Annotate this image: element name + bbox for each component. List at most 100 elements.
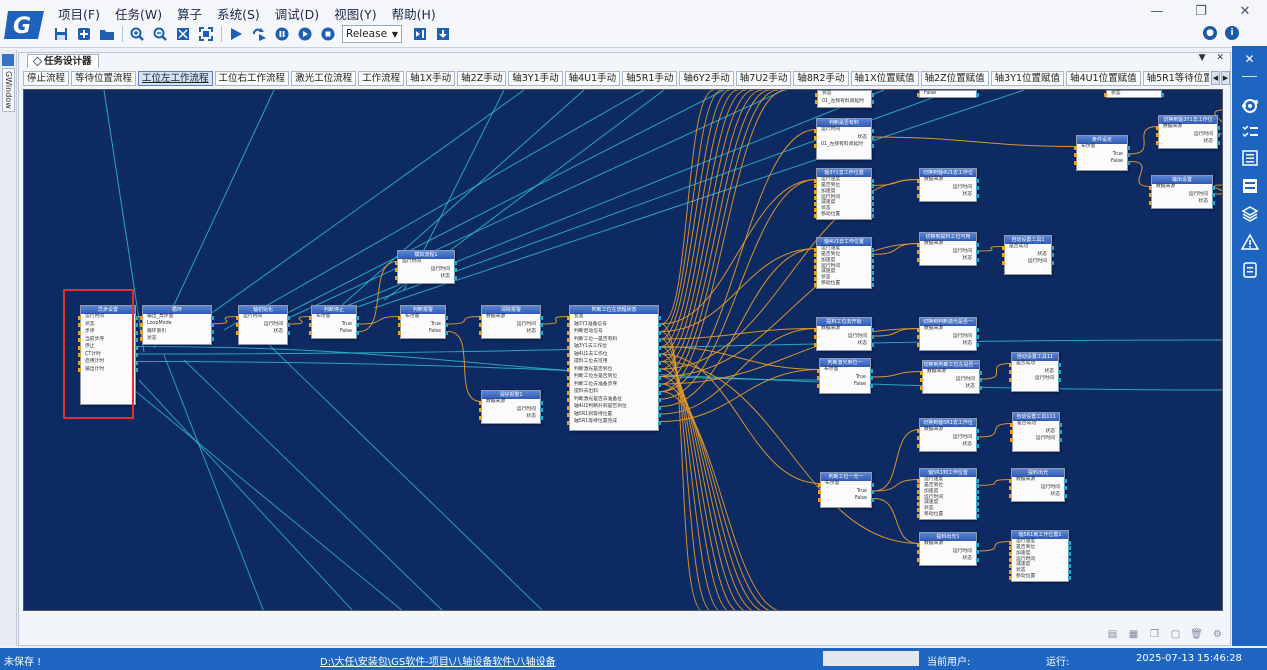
flow-node[interactable]: 切换到提料工位可用 数据来源 运行时间 状态 xyxy=(917,232,979,266)
input-port[interactable] xyxy=(309,330,312,335)
output-port[interactable] xyxy=(1064,486,1067,490)
flow-tab[interactable]: 轴5R1等待位置 xyxy=(1142,71,1209,86)
output-port[interactable] xyxy=(1058,370,1061,374)
output-port[interactable] xyxy=(454,260,457,265)
output-port[interactable] xyxy=(135,330,138,335)
flow-node[interactable]: 切换到判断激光是否一 数据来源 运行时间 状态 xyxy=(917,317,979,351)
output-port[interactable] xyxy=(135,368,138,372)
input-port[interactable] xyxy=(479,415,482,420)
flow-node[interactable]: 判断停止 布尔量 True False xyxy=(309,305,359,339)
output-port[interactable] xyxy=(1051,245,1054,250)
output-port[interactable] xyxy=(445,330,448,335)
output-port[interactable] xyxy=(1212,200,1215,205)
output-port[interactable] xyxy=(871,253,874,258)
input-port[interactable] xyxy=(1009,546,1012,551)
flow-tab[interactable]: 轴3Y1位置赋值 xyxy=(990,71,1065,86)
flow-node[interactable]: 条件设定 布尔量 True False xyxy=(1074,135,1130,171)
input-port[interactable] xyxy=(917,92,920,97)
output-port[interactable] xyxy=(976,193,979,198)
deploy-icon[interactable] xyxy=(411,25,429,43)
flow-node[interactable]: 轴5R1到工作位置 运行速度 是否到位 加速度 运行时间 减速度 状态 移动位置 xyxy=(917,468,979,520)
table-icon[interactable] xyxy=(1240,176,1259,195)
output-port[interactable] xyxy=(1068,558,1071,563)
output-port[interactable] xyxy=(135,353,138,357)
output-port[interactable] xyxy=(658,330,661,335)
input-port[interactable] xyxy=(814,335,817,339)
input-port[interactable] xyxy=(1104,92,1107,97)
output-port[interactable] xyxy=(1051,253,1054,257)
output-port[interactable] xyxy=(871,265,874,270)
output-port[interactable] xyxy=(1068,575,1071,580)
output-port[interactable] xyxy=(445,323,448,327)
output-port[interactable] xyxy=(211,337,214,342)
group-icon[interactable]: ▦ xyxy=(1127,628,1140,641)
paste-icon[interactable]: ▢ xyxy=(1169,628,1182,641)
output-port[interactable] xyxy=(976,242,979,247)
input-port[interactable] xyxy=(1002,245,1005,250)
input-port[interactable] xyxy=(917,484,920,489)
new-file-icon[interactable] xyxy=(75,25,93,43)
input-port[interactable] xyxy=(140,337,143,342)
output-port[interactable] xyxy=(1212,185,1215,190)
output-port[interactable] xyxy=(1059,430,1062,434)
output-port[interactable] xyxy=(1068,569,1071,574)
gwindow-tab[interactable]: GWindow xyxy=(2,68,15,112)
input-port[interactable] xyxy=(1002,253,1005,257)
flow-tab[interactable]: 轴2Z位置赋值 xyxy=(920,71,989,86)
dock-pin-icon[interactable] xyxy=(2,54,14,66)
run-icon[interactable] xyxy=(227,25,245,43)
input-port[interactable] xyxy=(917,557,920,562)
output-port[interactable] xyxy=(356,330,359,335)
flow-tab[interactable]: 轴4U1手动 xyxy=(564,71,621,86)
menu-help[interactable]: 帮助(H) xyxy=(392,4,436,22)
output-port[interactable] xyxy=(976,436,979,440)
input-port[interactable] xyxy=(567,345,570,350)
output-port[interactable] xyxy=(658,420,661,425)
fit-view-icon[interactable] xyxy=(174,25,192,43)
output-port[interactable] xyxy=(871,136,874,140)
output-port[interactable] xyxy=(658,345,661,350)
save-icon[interactable] xyxy=(52,25,70,43)
flow-node[interactable]: 判断激光到位一 布尔量 True False xyxy=(817,358,873,394)
flow-tab[interactable]: 工位右工作流程 xyxy=(214,71,290,86)
output-port[interactable] xyxy=(1058,362,1061,367)
output-port[interactable] xyxy=(1051,260,1054,265)
input-port[interactable] xyxy=(1009,362,1012,367)
checklist-icon[interactable] xyxy=(1240,122,1259,141)
output-port[interactable] xyxy=(135,338,138,342)
flow-node[interactable]: 状态 01_左侧有料真延时 xyxy=(815,90,874,108)
input-port[interactable] xyxy=(567,330,570,335)
log-icon[interactable] xyxy=(1240,260,1259,279)
flow-node[interactable]: 轴3Y1去工作位置 运行速度 是否到位 加速度 运行时间 减速度 状态 移动位置 xyxy=(814,168,874,220)
output-port[interactable] xyxy=(976,513,979,518)
input-port[interactable] xyxy=(818,490,821,494)
flow-node[interactable]: 状态 xyxy=(1104,90,1164,98)
input-port[interactable] xyxy=(814,201,817,206)
flow-tab[interactable]: 停止流程 xyxy=(23,71,70,86)
input-port[interactable] xyxy=(1002,260,1005,265)
output-port[interactable] xyxy=(976,557,979,562)
flow-tab[interactable]: 轴4U1位置赋值 xyxy=(1066,71,1141,86)
output-port[interactable] xyxy=(1068,540,1071,545)
output-port[interactable] xyxy=(871,327,874,332)
output-port[interactable] xyxy=(1064,478,1067,483)
input-port[interactable] xyxy=(1149,200,1152,205)
output-port[interactable] xyxy=(976,484,979,489)
input-port[interactable] xyxy=(398,330,401,335)
output-port[interactable] xyxy=(658,375,661,380)
output-port[interactable] xyxy=(976,542,979,547)
input-port[interactable] xyxy=(567,323,570,327)
flow-tab[interactable]: 轴5R1手动 xyxy=(622,71,678,86)
output-port[interactable] xyxy=(658,413,661,417)
input-port[interactable] xyxy=(236,315,239,320)
output-port[interactable] xyxy=(976,478,979,483)
flow-node[interactable]: 切换到轴4U1去工作位 数据来源 运行时间 状态 xyxy=(917,168,979,202)
input-port[interactable] xyxy=(567,338,570,342)
output-port[interactable] xyxy=(135,345,138,350)
output-port[interactable] xyxy=(211,315,214,320)
input-port[interactable] xyxy=(567,360,570,365)
flow-node[interactable]: 模拟流程1 运行时间 运行时间 状态 xyxy=(395,250,457,284)
input-port[interactable] xyxy=(814,270,817,275)
input-port[interactable] xyxy=(1010,422,1013,427)
input-port[interactable] xyxy=(917,542,920,547)
